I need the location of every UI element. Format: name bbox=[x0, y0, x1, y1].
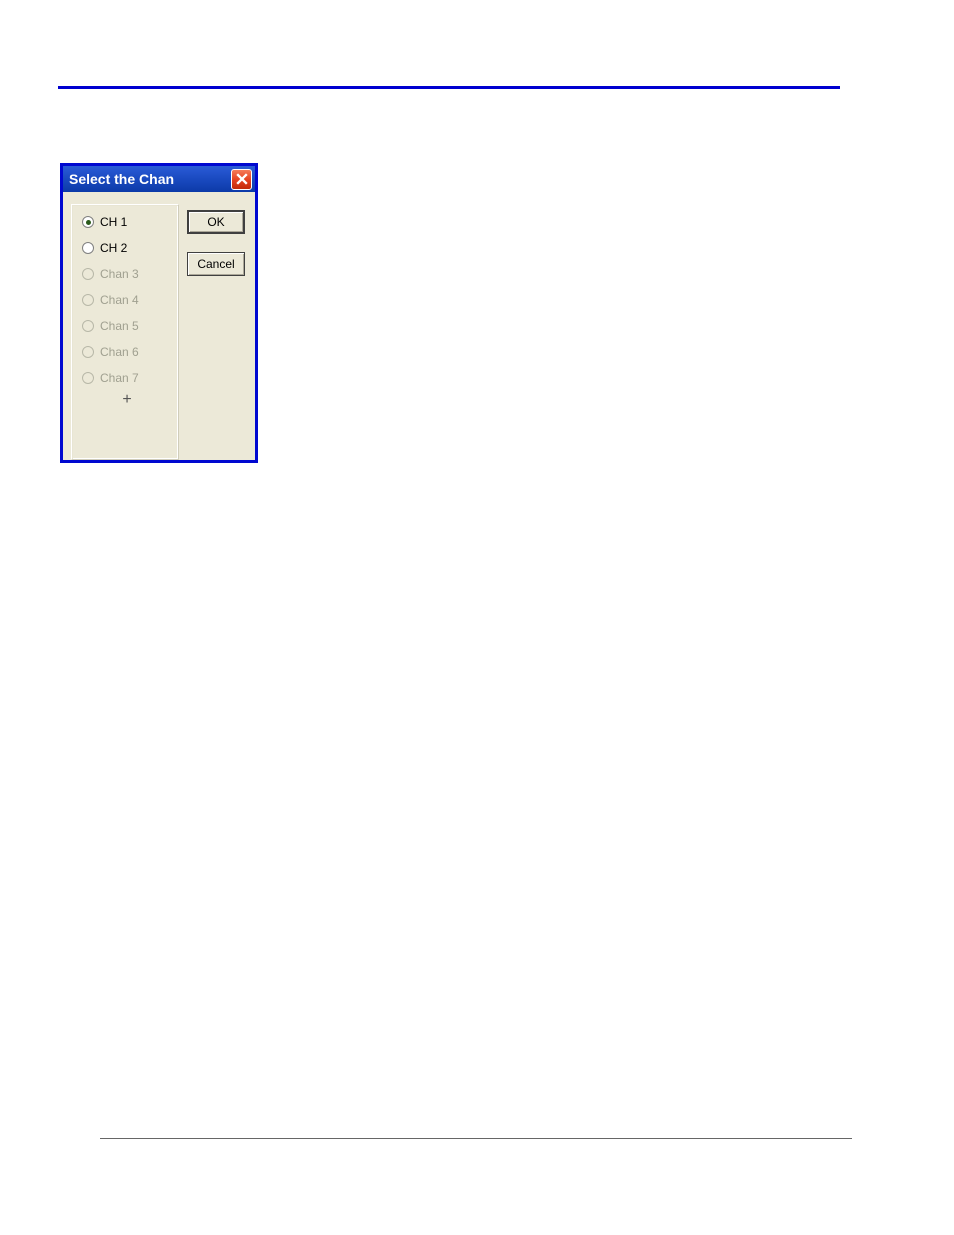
radio-item-ch2[interactable]: CH 2 bbox=[82, 241, 172, 255]
radio-label: Chan 4 bbox=[100, 293, 139, 307]
radio-icon bbox=[82, 294, 94, 306]
dialog-titlebar: Select the Chan bbox=[63, 166, 255, 192]
close-icon bbox=[236, 173, 248, 185]
radio-item-ch3: Chan 3 bbox=[82, 267, 172, 281]
plus-icon: + bbox=[82, 391, 172, 409]
dialog-body: CH 1CH 2Chan 3Chan 4Chan 5Chan 6Chan 7+ … bbox=[63, 192, 255, 460]
radio-item-ch4: Chan 4 bbox=[82, 293, 172, 307]
radio-label: Chan 7 bbox=[100, 371, 139, 385]
radio-item-ch1[interactable]: CH 1 bbox=[82, 215, 172, 229]
select-channel-dialog: Select the Chan CH 1 CH 2 Chan 3 Chan 4 Chan… bbox=[60, 163, 258, 463]
bottom-horizontal-rule bbox=[100, 1138, 852, 1139]
dialog-title: Select the Chan bbox=[69, 171, 174, 187]
radio-item-ch6: Chan 6 bbox=[82, 345, 172, 359]
radio-label: CH 2 bbox=[100, 241, 127, 255]
radio-item-ch5: Chan 5 bbox=[82, 319, 172, 333]
ok-button[interactable]: OK bbox=[187, 210, 245, 234]
radio-label: Chan 6 bbox=[100, 345, 139, 359]
radio-icon bbox=[82, 242, 94, 254]
radio-icon bbox=[82, 216, 94, 228]
radio-icon bbox=[82, 372, 94, 384]
close-button[interactable] bbox=[231, 169, 252, 190]
radio-label: Chan 3 bbox=[100, 267, 139, 281]
channel-radio-group: CH 1 CH 2 Chan 3 Chan 4 Chan 5 Chan 6 Chan 7 + bbox=[71, 204, 179, 460]
radio-label: CH 1 bbox=[100, 215, 127, 229]
radio-icon bbox=[82, 346, 94, 358]
radio-dot-icon bbox=[86, 220, 91, 225]
radio-item-ch7: Chan 7 bbox=[82, 371, 172, 385]
radio-icon bbox=[82, 320, 94, 332]
dialog-button-column: OK Cancel bbox=[179, 204, 245, 460]
cancel-button[interactable]: Cancel bbox=[187, 252, 245, 276]
radio-label: Chan 5 bbox=[100, 319, 139, 333]
top-horizontal-rule bbox=[58, 86, 840, 89]
radio-icon bbox=[82, 268, 94, 280]
